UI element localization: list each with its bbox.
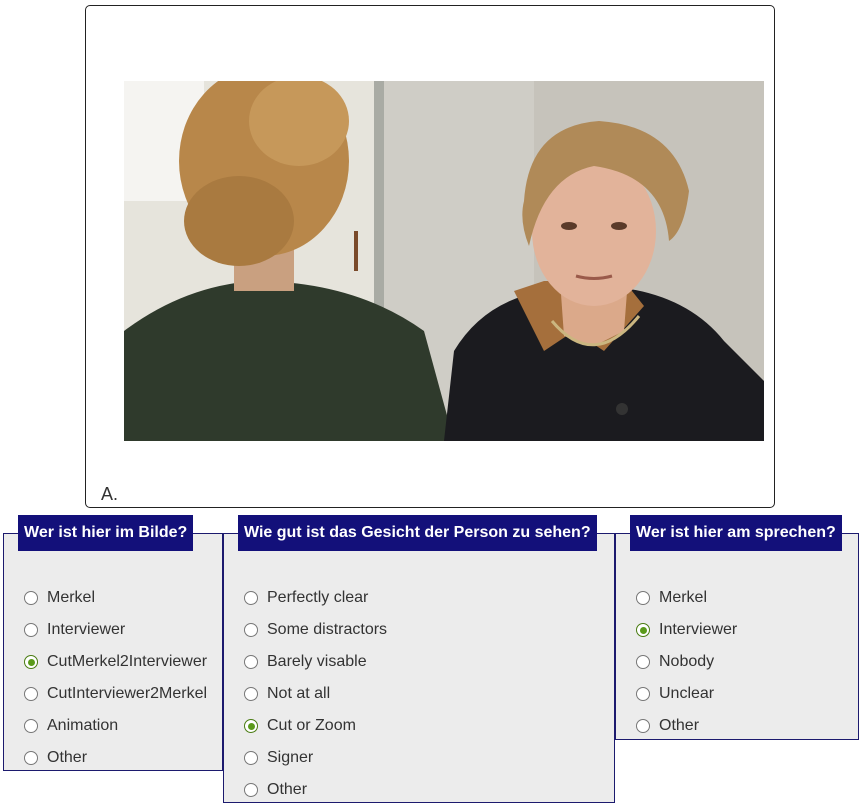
option-not-at-all[interactable]: Not at all xyxy=(244,678,387,710)
option-unclear[interactable]: Unclear xyxy=(636,678,737,710)
option-label: CutMerkel2Interviewer xyxy=(47,653,208,670)
image-caption: A. xyxy=(101,484,119,504)
radio-button[interactable] xyxy=(24,719,38,733)
option-label: Other xyxy=(267,781,308,798)
option-nobody[interactable]: Nobody xyxy=(636,646,737,678)
option-label: CutInterviewer2Merkel xyxy=(47,685,208,702)
radio-button[interactable] xyxy=(636,591,650,605)
radio-button[interactable] xyxy=(636,719,650,733)
radio-button[interactable] xyxy=(24,687,38,701)
video-frame-card: A. xyxy=(85,5,775,508)
option-label: Other xyxy=(659,717,700,734)
option-cutmerkel2interviewer[interactable]: CutMerkel2Interviewer xyxy=(24,646,207,678)
option-label: Nobody xyxy=(659,653,715,670)
option-other[interactable]: Other xyxy=(24,742,207,774)
option-interviewer[interactable]: Interviewer xyxy=(24,614,207,646)
radio-button[interactable] xyxy=(24,655,38,669)
option-some-distractors[interactable]: Some distractors xyxy=(244,614,387,646)
radio-button[interactable] xyxy=(244,751,258,765)
option-label: Interviewer xyxy=(659,621,738,638)
option-label: Not at all xyxy=(267,685,331,702)
question-panel-face-visibility: Wie gut ist das Gesicht der Person zu se… xyxy=(223,515,615,806)
radio-button[interactable] xyxy=(244,783,258,797)
option-perfectly-clear[interactable]: Perfectly clear xyxy=(244,582,387,614)
radio-button[interactable] xyxy=(244,591,258,605)
radio-button[interactable] xyxy=(244,687,258,701)
option-label: Cut or Zoom xyxy=(267,717,356,734)
option-label: Signer xyxy=(267,749,314,766)
radio-button[interactable] xyxy=(244,623,258,637)
radio-button[interactable] xyxy=(636,623,650,637)
interview-photo xyxy=(124,81,764,441)
question-panel-who-in-picture: Wer ist hier im Bilde? Merkel Interviewe… xyxy=(3,515,223,774)
option-label: Merkel xyxy=(659,589,708,606)
option-other[interactable]: Other xyxy=(244,774,387,806)
option-cut-or-zoom[interactable]: Cut or Zoom xyxy=(244,710,387,742)
radio-button[interactable] xyxy=(24,623,38,637)
option-interviewer[interactable]: Interviewer xyxy=(636,614,737,646)
option-label: Perfectly clear xyxy=(267,589,369,606)
option-label: Merkel xyxy=(47,589,96,606)
option-label: Other xyxy=(47,749,88,766)
question-title: Wer ist hier am sprechen? xyxy=(630,515,842,551)
option-label: Interviewer xyxy=(47,621,126,638)
option-animation[interactable]: Animation xyxy=(24,710,207,742)
question-title: Wer ist hier im Bilde? xyxy=(18,515,194,551)
option-other[interactable]: Other xyxy=(636,710,737,742)
option-label: Some distractors xyxy=(267,621,388,638)
option-label: Barely visable xyxy=(267,653,367,670)
options-list: Merkel Interviewer Nobody Unclear Other xyxy=(636,582,737,742)
radio-button[interactable] xyxy=(636,655,650,669)
option-signer[interactable]: Signer xyxy=(244,742,387,774)
option-merkel[interactable]: Merkel xyxy=(636,582,737,614)
radio-button[interactable] xyxy=(244,655,258,669)
option-cutinterviewer2merkel[interactable]: CutInterviewer2Merkel xyxy=(24,678,207,710)
options-list: Perfectly clear Some distractors Barely … xyxy=(244,582,387,806)
option-merkel[interactable]: Merkel xyxy=(24,582,207,614)
radio-button[interactable] xyxy=(636,687,650,701)
radio-button[interactable] xyxy=(24,751,38,765)
option-label: Animation xyxy=(47,717,119,734)
option-barely-visable[interactable]: Barely visable xyxy=(244,646,387,678)
option-label: Unclear xyxy=(659,685,715,702)
question-panel-who-speaking: Wer ist hier am sprechen? Merkel Intervi… xyxy=(615,515,859,742)
question-title: Wie gut ist das Gesicht der Person zu se… xyxy=(238,515,597,551)
options-list: Merkel Interviewer CutMerkel2Interviewer… xyxy=(24,582,207,774)
radio-button[interactable] xyxy=(244,719,258,733)
radio-button[interactable] xyxy=(24,591,38,605)
